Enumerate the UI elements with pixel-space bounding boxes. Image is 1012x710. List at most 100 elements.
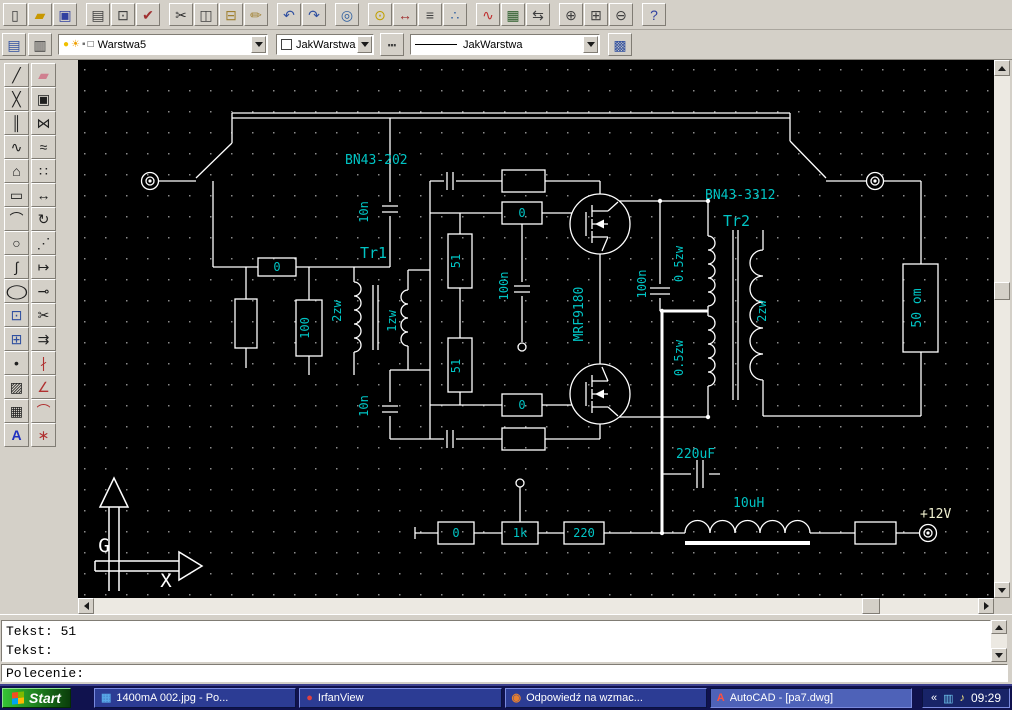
multiline-button[interactable]: ║ xyxy=(4,111,29,135)
trim-button[interactable]: ✂ xyxy=(31,303,56,327)
break-button[interactable]: ∤ xyxy=(31,351,56,375)
copy-button[interactable]: ◫ xyxy=(194,3,218,26)
zoom-window-button[interactable]: ⊞ xyxy=(584,3,608,26)
redraw-button[interactable]: ∿ xyxy=(476,3,500,26)
spline-button[interactable]: ∫ xyxy=(4,255,29,279)
layer-on-icon[interactable]: ● xyxy=(63,39,69,50)
linetype-combo-dropdown-button[interactable] xyxy=(583,36,598,53)
zoom-previous-button[interactable]: ⊖ xyxy=(609,3,633,26)
properties-button[interactable]: ▩ xyxy=(608,33,632,56)
mirror-button[interactable]: ⋈ xyxy=(31,111,56,135)
task-autocad-button[interactable]: A AutoCAD - [pa7.dwg] xyxy=(709,688,912,708)
scroll-down-button[interactable] xyxy=(994,582,1010,598)
pan-realtime-button[interactable]: ⇆ xyxy=(526,3,550,26)
color-combo-dropdown-button[interactable] xyxy=(357,36,372,53)
move-button[interactable]: ↔ xyxy=(31,183,56,207)
print-preview-button[interactable]: ⊡ xyxy=(111,3,135,26)
chamfer-button[interactable]: ∠ xyxy=(31,375,56,399)
schematic-label: 1k xyxy=(513,526,528,540)
taskbar-clock: 09:29 xyxy=(970,691,1001,705)
layers-button[interactable]: ▥ xyxy=(28,33,52,56)
line-button[interactable]: ╱ xyxy=(4,63,29,87)
drawing-area[interactable]: BN43-202 Tr1 10n 10n 100 2zw 1zw 51 51 100n 100n 0 0… xyxy=(78,60,994,598)
match-properties-button[interactable]: ✏ xyxy=(244,3,268,26)
locate-point-button[interactable]: ∴ xyxy=(443,3,467,26)
zoom-realtime-button[interactable]: ⊕ xyxy=(559,3,583,26)
point-button[interactable]: • xyxy=(4,351,29,375)
command-prompt-input[interactable]: Polecenie: xyxy=(1,664,1008,682)
redo-button[interactable]: ↷ xyxy=(302,3,326,26)
ellipse-button[interactable]: ◯ xyxy=(4,279,29,303)
make-object-layer-current-button[interactable]: ▤ xyxy=(2,33,26,56)
insert-hyperlink-button[interactable]: ◎ xyxy=(335,3,359,26)
layer-freeze-icon[interactable]: ☀ xyxy=(71,39,80,50)
scroll-up-button[interactable] xyxy=(994,60,1010,76)
vertical-scrollbar[interactable] xyxy=(994,60,1010,598)
print-button[interactable]: ▤ xyxy=(86,3,110,26)
copy-object-button[interactable]: ▣ xyxy=(31,87,56,111)
horizontal-scroll-thumb[interactable] xyxy=(862,598,880,614)
distance-button[interactable]: ↔ xyxy=(393,3,417,26)
hatch-button[interactable]: ▨ xyxy=(4,375,29,399)
layer-lock-icon[interactable]: ▪ xyxy=(82,39,86,50)
explode-button[interactable]: ∗ xyxy=(31,423,56,447)
start-button[interactable]: Start xyxy=(2,688,71,708)
command-scroll-up-button[interactable] xyxy=(991,620,1007,634)
erase-button[interactable]: ▰ xyxy=(31,63,56,87)
command-history-scrollbar[interactable] xyxy=(991,620,1007,662)
rectangle-button[interactable]: ▭ xyxy=(4,183,29,207)
color-combo[interactable]: JakWarstwa xyxy=(276,34,374,55)
extend-button[interactable]: ⇉ xyxy=(31,327,56,351)
spelling-button[interactable]: ✔ xyxy=(136,3,160,26)
list-button[interactable]: ≡ xyxy=(418,3,442,26)
circle-button[interactable]: ○ xyxy=(4,231,29,255)
task-irfanview-button[interactable]: ● IrfanView xyxy=(299,688,502,708)
linetype-button[interactable]: ┅ xyxy=(380,33,404,56)
command-scroll-down-button[interactable] xyxy=(991,648,1007,662)
layer-combo-dropdown-button[interactable] xyxy=(251,36,266,53)
arrow-right-icon xyxy=(983,602,989,610)
task-image-viewer-button[interactable]: ▦ 1400mA 002.jpg - Po... xyxy=(94,688,297,708)
region-button[interactable]: ▦ xyxy=(4,399,29,423)
save-button[interactable]: ▣ xyxy=(53,3,77,26)
fillet-button[interactable]: ⌒ xyxy=(31,399,56,423)
vertical-scroll-thumb[interactable] xyxy=(994,282,1010,300)
taskbar: Start ▦ 1400mA 002.jpg - Po... ● IrfanView ◉… xyxy=(0,684,1012,710)
lengthen-button[interactable]: ⊸ xyxy=(31,279,56,303)
scale-button[interactable]: ⋰ xyxy=(31,231,56,255)
multiline-text-button[interactable]: A xyxy=(4,423,29,447)
scroll-left-button[interactable] xyxy=(78,598,94,614)
task-browser-button[interactable]: ◉ Odpowiedź na wzmac... xyxy=(504,688,707,708)
scroll-right-button[interactable] xyxy=(978,598,994,614)
layer-color-icon[interactable]: □ xyxy=(88,39,94,50)
hatch-icon: ▨ xyxy=(9,379,24,395)
offset-button[interactable]: ≈ xyxy=(31,135,56,159)
make-block-button[interactable]: ⊞ xyxy=(4,327,29,351)
stretch-button[interactable]: ↦ xyxy=(31,255,56,279)
tray-display-icon[interactable]: ▥ xyxy=(943,692,953,705)
polygon-button[interactable]: ⌂ xyxy=(4,159,29,183)
print-icon: ▤ xyxy=(91,6,105,23)
aerial-view-button[interactable]: ▦ xyxy=(501,3,525,26)
cut-button[interactable]: ✂ xyxy=(169,3,193,26)
polyline-button[interactable]: ∿ xyxy=(4,135,29,159)
open-button[interactable]: ▰ xyxy=(28,3,52,26)
schematic-label: Tr1 xyxy=(360,244,387,262)
arrow-down-icon xyxy=(998,587,1006,593)
rotate-button[interactable]: ↻ xyxy=(31,207,56,231)
array-button[interactable]: ∷ xyxy=(31,159,56,183)
undo-button[interactable]: ↶ xyxy=(277,3,301,26)
help-button[interactable]: ? xyxy=(642,3,666,26)
insert-block-button[interactable]: ⊡ xyxy=(4,303,29,327)
linetype-combo[interactable]: JakWarstwa xyxy=(410,34,600,55)
horizontal-scrollbar[interactable] xyxy=(78,598,994,614)
arc-button[interactable]: ⌒ xyxy=(4,207,29,231)
insert-hyperlink-icon: ◎ xyxy=(340,6,354,23)
construction-line-button[interactable]: ╳ xyxy=(4,87,29,111)
object-snap-button[interactable]: ⊙ xyxy=(368,3,392,26)
layer-combo[interactable]: ● ☀ ▪ □ Warstwa5 xyxy=(58,34,268,55)
new-button[interactable]: ▯ xyxy=(3,3,27,26)
tray-volume-icon[interactable]: ♪ xyxy=(959,692,965,704)
paste-button[interactable]: ⊟ xyxy=(219,3,243,26)
tray-collapse-icon[interactable]: « xyxy=(931,692,937,704)
